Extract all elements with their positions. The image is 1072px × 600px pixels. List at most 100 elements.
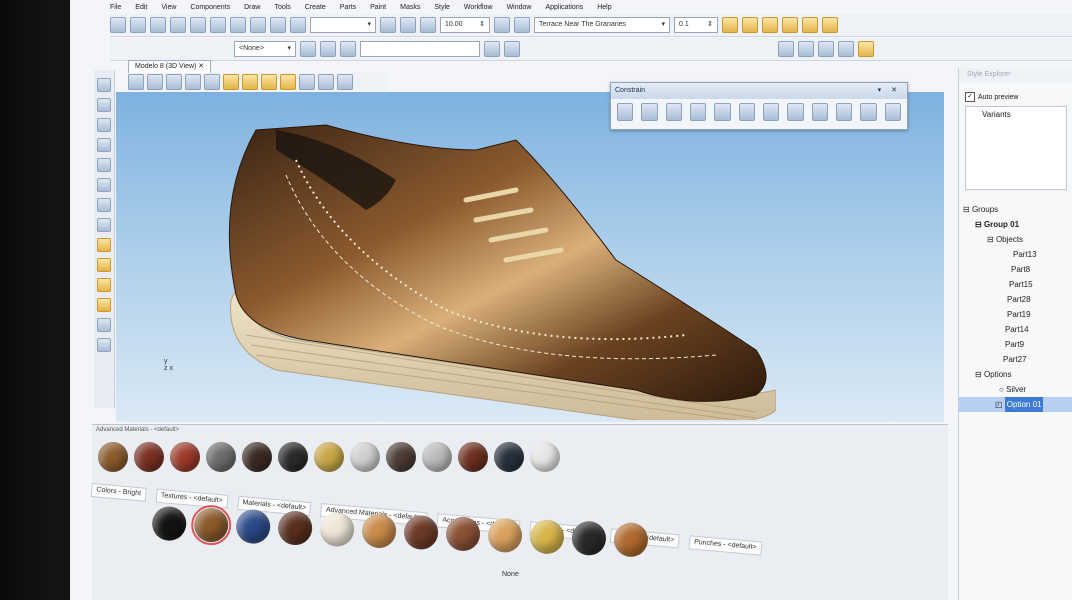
material-swatch[interactable] <box>98 442 128 472</box>
tool-ellipse-icon[interactable] <box>97 138 111 152</box>
menu-item[interactable]: Help <box>597 4 611 11</box>
material-swatch[interactable] <box>278 442 308 472</box>
material-swatch[interactable] <box>235 508 271 545</box>
tree-part[interactable]: Part8 <box>959 262 1072 277</box>
menu-item[interactable]: View <box>161 4 176 11</box>
tool-stitch-icon[interactable] <box>97 238 111 252</box>
menu-item[interactable]: Workflow <box>464 4 493 11</box>
eye-icon[interactable] <box>818 41 834 57</box>
tree-part[interactable]: Part19 <box>959 307 1072 322</box>
material-swatch[interactable] <box>151 506 187 542</box>
constrain-toe-icon[interactable] <box>665 103 682 121</box>
menu-item[interactable]: Components <box>190 4 230 11</box>
link-icon[interactable] <box>858 41 874 57</box>
material-swatch[interactable] <box>386 442 416 472</box>
scene-select[interactable]: Terrace Near The Granaries ▾ <box>534 17 670 33</box>
menu-item[interactable]: File <box>110 4 121 11</box>
scale-input[interactable]: 0.1 ⇕ <box>674 17 718 33</box>
tree-objects[interactable]: ⊟ Objects <box>959 232 1072 247</box>
tree-part[interactable]: Part27 <box>959 352 1072 367</box>
tree-option-silver[interactable]: ○ Silver <box>959 382 1072 397</box>
menu-item[interactable]: Style <box>434 4 450 11</box>
zoom-icon[interactable] <box>290 17 306 33</box>
material-swatch[interactable] <box>422 442 452 472</box>
checker-icon[interactable] <box>778 41 794 57</box>
light-icon[interactable] <box>400 17 416 33</box>
material-swatch[interactable] <box>319 511 355 548</box>
constrain-sole-icon[interactable] <box>689 103 707 121</box>
text-icon[interactable] <box>204 74 220 90</box>
tree-groups[interactable]: ⊟ Groups <box>959 202 1072 217</box>
shoe-model[interactable] <box>216 120 776 420</box>
material-swatch[interactable] <box>403 514 439 551</box>
tree-part[interactable]: Part28 <box>959 292 1072 307</box>
tool-zoom-icon[interactable] <box>97 338 111 352</box>
tool-offset-icon[interactable] <box>97 218 111 232</box>
material-swatch[interactable] <box>445 516 481 552</box>
pattern-icon[interactable] <box>798 41 814 57</box>
tool-punch-icon[interactable] <box>97 258 111 272</box>
pen-icon[interactable] <box>166 74 182 90</box>
align-icon[interactable] <box>762 17 778 33</box>
undo-icon[interactable] <box>250 17 266 33</box>
size-input[interactable]: 10.00 ⇕ <box>440 17 490 33</box>
material-icon[interactable] <box>420 17 436 33</box>
menu-item[interactable]: Create <box>305 4 326 11</box>
tree-part[interactable]: Part9 <box>959 337 1072 352</box>
tree-part[interactable]: Part13 <box>959 247 1072 262</box>
menu-item[interactable]: Tools <box>274 4 290 11</box>
tool-stamp-icon[interactable] <box>97 278 111 292</box>
material-swatch[interactable] <box>134 442 164 472</box>
auto-preview-checkbox[interactable]: ✓ Auto preview <box>965 92 1067 102</box>
checkmark-icon[interactable]: ✓ <box>965 92 975 102</box>
snap-icon[interactable] <box>300 41 316 57</box>
menu-item[interactable]: Window <box>507 4 532 11</box>
render-icon[interactable] <box>380 17 396 33</box>
variants-box[interactable]: Variants <box>965 106 1067 190</box>
paint-icon[interactable] <box>223 74 239 90</box>
menu-item[interactable]: Paint <box>370 4 386 11</box>
material-swatch[interactable] <box>314 442 344 472</box>
view-icon[interactable] <box>838 41 854 57</box>
distribute-icon[interactable] <box>782 17 798 33</box>
material-swatch[interactable] <box>571 520 607 556</box>
grid-constrain-icon[interactable] <box>860 103 877 121</box>
layer-select[interactable]: ▾ <box>310 17 376 33</box>
material-swatch[interactable] <box>361 513 397 549</box>
arrow-down-icon[interactable] <box>742 17 758 33</box>
move-icon[interactable] <box>147 74 163 90</box>
select-icon[interactable] <box>128 74 144 90</box>
globe-icon[interactable] <box>494 17 510 33</box>
menu-item[interactable]: Edit <box>135 4 147 11</box>
save-icon[interactable] <box>150 17 166 33</box>
layer-icon[interactable] <box>340 41 356 57</box>
paste-icon[interactable] <box>230 17 246 33</box>
constrain-lining-icon[interactable] <box>738 103 755 121</box>
mirror-icon[interactable] <box>802 17 818 33</box>
curve-c-icon[interactable] <box>811 103 828 121</box>
print-icon[interactable] <box>170 17 186 33</box>
tool-rect-icon[interactable] <box>97 118 111 132</box>
tool-line-icon[interactable] <box>97 98 111 112</box>
material-swatch[interactable] <box>613 522 649 558</box>
tool-knife-icon[interactable] <box>97 198 111 212</box>
copy-icon[interactable] <box>210 17 226 33</box>
material-swatch[interactable] <box>242 442 272 472</box>
new-file-icon[interactable] <box>110 17 126 33</box>
curve-z-icon[interactable] <box>835 103 853 121</box>
material-swatch[interactable] <box>170 442 200 472</box>
rotate-icon[interactable] <box>822 17 838 33</box>
arrow-up-icon[interactable] <box>722 17 738 33</box>
stitch-icon[interactable] <box>280 74 296 90</box>
tool-polygon-icon[interactable] <box>97 158 111 172</box>
constrain-controls[interactable]: ▾ ✕ <box>878 83 907 99</box>
constrain-heel-icon[interactable] <box>641 103 658 121</box>
curve-icon[interactable] <box>185 74 201 90</box>
material-swatch[interactable] <box>350 442 380 472</box>
open-file-icon[interactable] <box>130 17 146 33</box>
tool-lace-icon[interactable] <box>97 298 111 312</box>
tree-part[interactable]: Part15 <box>959 277 1072 292</box>
tree-group01[interactable]: ⊟ Group 01 <box>959 217 1072 232</box>
opacity-slider[interactable] <box>360 41 480 57</box>
material-swatch[interactable] <box>529 519 565 555</box>
